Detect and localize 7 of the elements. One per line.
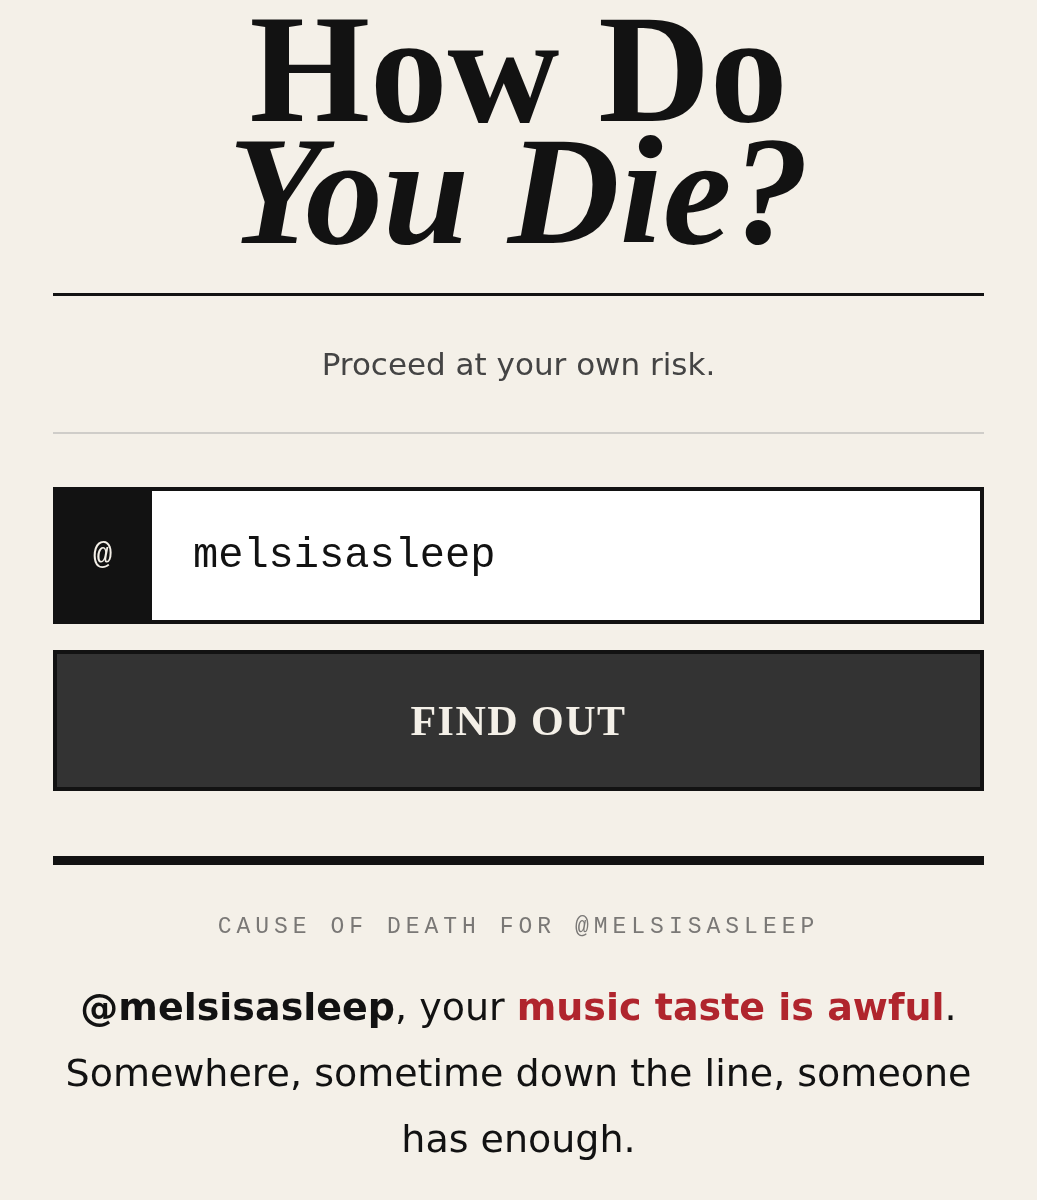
username-field[interactable]: melsisasleep: [152, 487, 984, 624]
find-out-button[interactable]: FIND OUT: [53, 650, 984, 791]
result-caption: CAUSE OF DEATH FOR @MELSISASLEEP: [216, 913, 821, 942]
page-title: How Do You Die?: [226, 0, 811, 252]
tagline-text: Proceed at your own risk.: [320, 345, 717, 384]
at-prefix: @: [53, 487, 152, 624]
result-message: @melsisasleep, your music taste is awful. Somewhere, sometime down the line, someone has enough.: [64, 984, 973, 1163]
